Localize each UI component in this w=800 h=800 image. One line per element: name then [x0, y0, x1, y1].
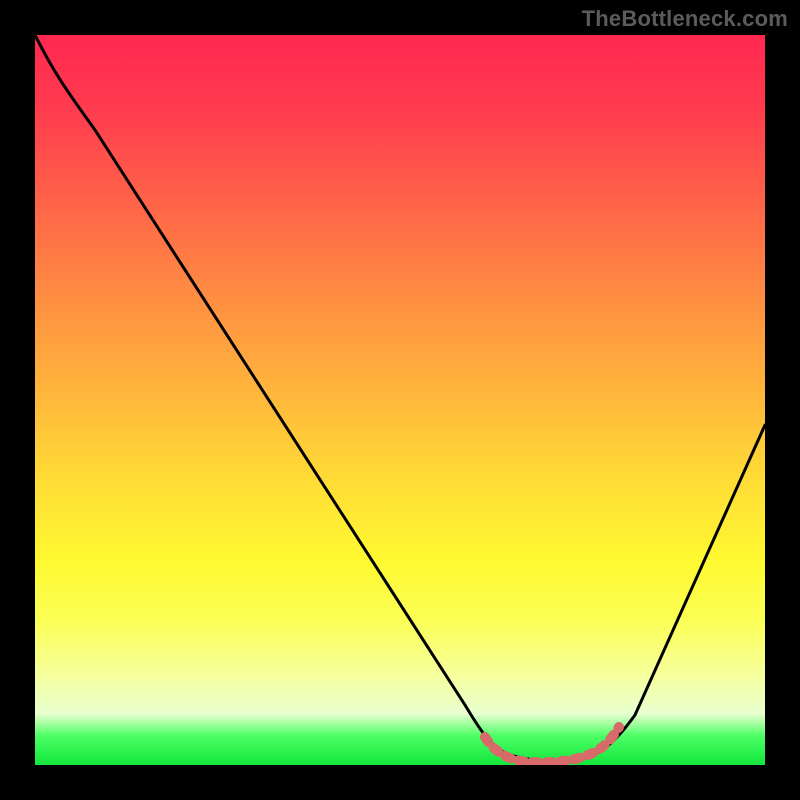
trough-marker	[485, 727, 619, 762]
watermark-text: TheBottleneck.com	[582, 6, 788, 32]
chart-frame: TheBottleneck.com	[0, 0, 800, 800]
curve-path	[35, 35, 765, 761]
chart-plot-area	[35, 35, 765, 765]
bottleneck-curve	[35, 35, 765, 765]
